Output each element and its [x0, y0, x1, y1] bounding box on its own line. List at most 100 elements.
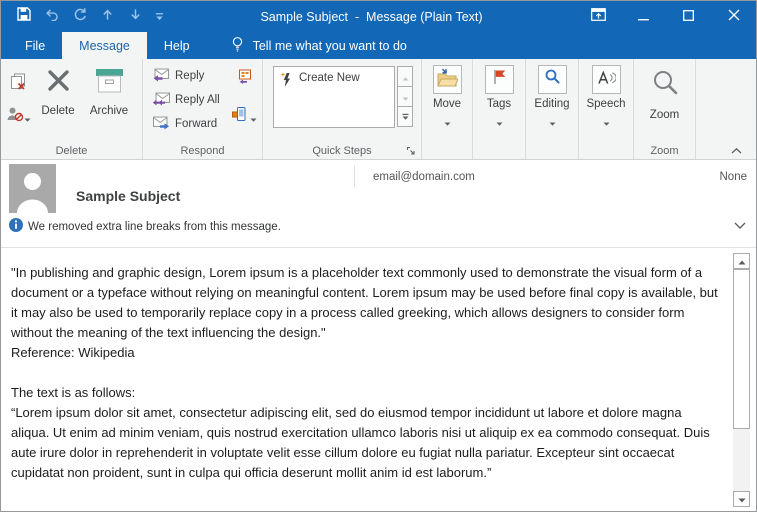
undo-button[interactable] [39, 4, 64, 29]
quick-steps-dialog-launcher[interactable] [404, 144, 417, 157]
archive-button-label: Archive [90, 105, 128, 117]
editing-button-label: Editing [534, 98, 569, 110]
quick-step-create-new[interactable]: Create New [280, 72, 388, 91]
ribbon-group-tags[interactable]: Tags [473, 59, 526, 159]
redo-button[interactable] [67, 4, 92, 29]
save-icon [17, 7, 31, 26]
forward-button[interactable]: Forward [152, 113, 226, 135]
scroll-down-icon [738, 489, 746, 509]
delete-group-label: Delete [1, 142, 142, 159]
gallery-up-icon [402, 68, 409, 86]
info-bar: We removed extra line breaks from this m… [1, 215, 756, 239]
zoom-button[interactable]: Zoom [650, 66, 680, 121]
save-button[interactable] [11, 4, 36, 29]
ribbon-group-speech[interactable]: Speech [579, 59, 634, 159]
editing-dropdown-icon [549, 113, 556, 131]
quick-steps-group-label: Quick Steps [312, 145, 371, 157]
gallery-more-icon [402, 108, 409, 126]
outlook-message-window: Sample Subject - Message (Plain Text) Fi… [0, 0, 757, 512]
editing-iconbox [538, 65, 567, 94]
reply-all-button[interactable]: Reply All [152, 89, 226, 111]
message-subject: Sample Subject [76, 188, 180, 204]
scroll-down-button[interactable] [733, 491, 750, 507]
tell-me-box[interactable]: Tell me what you want to do [231, 32, 407, 59]
reply-all-button-label: Reply All [175, 94, 220, 106]
ribbon-group-quick-steps: Create New Quick Steps [263, 59, 422, 159]
tags-button-label: Tags [487, 98, 511, 110]
ribbon-group-move[interactable]: Move [422, 59, 473, 159]
info-bar-message: We removed extra line breaks from this m… [28, 221, 281, 233]
tab-file[interactable]: File [8, 32, 62, 59]
next-item-button[interactable] [123, 4, 148, 29]
customize-quick-access-icon [155, 8, 164, 26]
expand-header-icon [734, 216, 746, 234]
info-icon [9, 218, 23, 237]
ribbon-group-respond: Reply Reply All Forward [143, 59, 263, 159]
block-sender-icon [6, 106, 24, 127]
scroll-up-icon [738, 251, 746, 271]
meeting-icon [236, 68, 253, 90]
archive-button[interactable]: Archive [81, 59, 137, 142]
block-sender-dropdown-icon [24, 109, 31, 127]
quick-steps-more-button[interactable] [397, 106, 413, 127]
more-respond-dropdown-icon [250, 109, 257, 127]
move-button-label: Move [433, 98, 461, 110]
speech-button-label: Speech [586, 98, 625, 110]
move-folder-icon [436, 68, 458, 92]
reply-envelope-icon [152, 67, 170, 85]
reply-button-label: Reply [175, 70, 204, 82]
previous-item-button[interactable] [95, 4, 120, 29]
header-divider [354, 166, 355, 187]
meeting-button[interactable] [236, 68, 253, 90]
speech-dropdown-icon [603, 113, 610, 131]
tab-message[interactable]: Message [62, 32, 147, 59]
tab-help[interactable]: Help [147, 32, 207, 59]
ignore-icon [9, 72, 28, 96]
block-sender-button[interactable] [6, 106, 31, 127]
body-paragraph-2: “Lorem ipsum dolor sit amet, consectetur… [11, 403, 720, 483]
ribbon-tab-row: File Message Help Tell me what you want … [1, 32, 756, 59]
minimize-icon [638, 8, 649, 26]
body-intro-line: The text is as follows: [11, 383, 720, 403]
flag-status: None [720, 171, 748, 183]
expand-header-button[interactable] [732, 218, 748, 232]
ribbon-group-zoom: Zoom Zoom [634, 59, 696, 159]
ribbon: Delete Archive Delete Reply [1, 59, 756, 160]
vertical-scrollbar[interactable] [733, 253, 750, 507]
body-reference-line: Reference: Wikipedia [11, 343, 720, 363]
maximize-icon [683, 8, 694, 26]
forward-envelope-icon [152, 115, 170, 133]
editing-magnifier-icon [543, 68, 561, 91]
collapse-ribbon-button[interactable] [725, 143, 747, 157]
title-bar: Sample Subject - Message (Plain Text) [1, 1, 756, 32]
minimize-button[interactable] [621, 1, 666, 32]
move-iconbox [433, 65, 462, 94]
close-button[interactable] [711, 1, 756, 32]
lightbulb-icon [231, 36, 244, 56]
quick-step-create-new-label: Create New [299, 72, 360, 84]
respond-group-label: Respond [143, 142, 262, 159]
sender-email[interactable]: email@domain.com [373, 171, 475, 183]
customize-quick-access-button[interactable] [151, 4, 167, 29]
tags-iconbox [485, 65, 514, 94]
scroll-up-button[interactable] [733, 253, 750, 269]
window-title: Sample Subject - Message (Plain Text) [167, 1, 576, 32]
scrollbar-thumb[interactable] [733, 269, 750, 429]
delete-button[interactable]: Delete [35, 59, 81, 142]
ignore-button[interactable] [9, 72, 28, 96]
ribbon-group-editing[interactable]: Editing [526, 59, 579, 159]
message-body[interactable]: "In publishing and graphic design, Lorem… [1, 248, 756, 511]
quick-steps-scroll-up-button[interactable] [397, 66, 413, 87]
move-up-icon [101, 8, 114, 26]
tag-flag-icon [490, 68, 508, 91]
reply-all-envelope-icon [152, 91, 170, 109]
quick-steps-scroll-down-button[interactable] [397, 86, 413, 107]
delete-button-label: Delete [41, 105, 74, 117]
avatar[interactable] [9, 164, 56, 213]
window-controls [576, 1, 756, 32]
move-dropdown-icon [444, 113, 451, 131]
maximize-button[interactable] [666, 1, 711, 32]
reply-button[interactable]: Reply [152, 65, 226, 87]
ribbon-display-options-button[interactable] [576, 1, 621, 32]
more-respond-actions-button[interactable] [231, 106, 257, 127]
